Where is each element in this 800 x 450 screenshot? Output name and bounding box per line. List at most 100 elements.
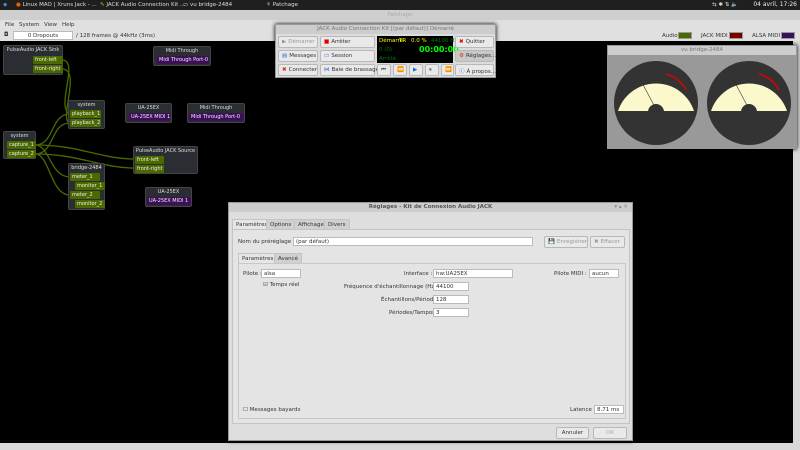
subtab-parametres[interactable]: Paramètres — [238, 253, 278, 263]
forward-icon: ⏩ — [445, 67, 452, 73]
node-system-playback[interactable]: system playback_1 playback_2 — [68, 100, 105, 129]
button-label: Enregistrer — [556, 239, 588, 245]
menu-help[interactable]: Help — [62, 22, 75, 28]
save-preset-button[interactable]: 💾 Enregistrer — [544, 236, 588, 248]
task-vu[interactable]: ▭ vu bridge-2484 — [183, 2, 232, 8]
port-midi-through[interactable]: Midi Through Port-0 — [189, 113, 244, 121]
pause-button[interactable]: ⏸ — [425, 64, 439, 76]
window-controls[interactable]: ▾ ▴ ✕ — [614, 204, 628, 210]
task-firefox[interactable]: ● Linux MAO | Xruns Jack - ... — [16, 2, 97, 8]
wire — [34, 122, 71, 155]
delete-icon: ✖ — [594, 239, 599, 245]
stop-button[interactable]: ■ Arrêter — [320, 36, 375, 48]
port-front-left[interactable]: front-left — [135, 156, 164, 164]
menu-file[interactable]: File — [5, 22, 14, 28]
driver-label: Pilote : — [243, 271, 262, 277]
buffer-info: / 128 frames @ 44kHz (3ms) — [76, 33, 155, 39]
node-title: Midi Through — [165, 48, 199, 54]
node-ua25ex[interactable]: UA-25EX UA-25EX MIDI 1 — [125, 103, 172, 123]
connect-icon: ✖ — [282, 67, 287, 73]
about-button[interactable]: ⓘ À propos... — [455, 64, 496, 76]
legend-jackmidi-color[interactable] — [729, 32, 743, 39]
port-playback-1[interactable]: playback_1 — [70, 110, 101, 118]
node-title: PulseAudio JACK Source — [135, 148, 196, 154]
clear-dropouts-icon[interactable]: ◘ — [4, 32, 8, 38]
task-patchage[interactable]: ⚘ Patchage — [266, 2, 298, 8]
port-front-right[interactable]: front-right — [135, 165, 164, 173]
forward-button[interactable]: ⏩ — [441, 64, 454, 76]
patchbay-button[interactable]: ⋈ Baie de brassage — [320, 64, 379, 76]
node-ua25ex-2[interactable]: UA-25EX UA-25EX MIDI 1 — [145, 187, 192, 207]
clock[interactable]: 04 avril, 17:26 — [753, 1, 797, 8]
verbose-checkbox[interactable]: ☐ Messages bayards — [243, 407, 300, 413]
session-button[interactable]: ▭ Session — [320, 50, 375, 62]
midi-driver-spin[interactable]: aucun — [589, 269, 619, 278]
driver-spin[interactable]: alsa — [261, 269, 301, 278]
patchbay-icon: ⋈ — [324, 67, 330, 73]
port-front-left[interactable]: front-left — [33, 56, 63, 64]
menu-icon[interactable]: ◆ — [3, 2, 7, 8]
latency-label: Latence : — [570, 407, 596, 413]
port-midi-through[interactable]: Midi Through Port-0 — [157, 56, 209, 64]
pause-icon: ⏸ — [429, 67, 432, 73]
verbose-label: Messages bayards — [249, 407, 301, 413]
port-front-right[interactable]: front-right — [33, 65, 63, 73]
delete-preset-button[interactable]: ✖ Effacer — [590, 236, 625, 248]
port-playback-2[interactable]: playback_2 — [70, 119, 101, 127]
tab-options[interactable]: Options — [266, 219, 296, 229]
node-midi-through[interactable]: Midi Through Midi Through Port-0 — [153, 46, 211, 66]
menu-system[interactable]: System — [19, 22, 40, 28]
port-ua25ex-midi[interactable]: UA-25EX MIDI 1 — [147, 197, 191, 205]
port-capture-1[interactable]: capture_1 — [7, 141, 36, 149]
port-monitor-1[interactable]: monitor_1 — [75, 182, 105, 190]
port-meter-2[interactable]: meter_2 — [70, 191, 100, 199]
taskbar: ◆ ● Linux MAO | Xruns Jack - ... ✎ JACK … — [0, 0, 800, 10]
dropouts-counter[interactable]: 0 Dropouts — [13, 31, 73, 40]
node-title: Midi Through — [199, 105, 233, 111]
connect-button[interactable]: ✖ Connecter — [278, 64, 318, 76]
button-label: À propos... — [466, 69, 496, 75]
periods-spin[interactable]: 3 — [433, 308, 469, 317]
port-meter-1[interactable]: meter_1 — [70, 173, 100, 181]
ok-button[interactable]: OK — [593, 427, 627, 439]
tab-affichage[interactable]: Affichage — [294, 219, 328, 229]
subtab-avance[interactable]: Avancé — [274, 253, 302, 263]
interface-combo[interactable]: hw:UA25EX — [433, 269, 513, 278]
sample-rate-combo[interactable]: 44100 — [433, 282, 469, 291]
window-title: JACK Audio Connection Kit [(par défaut)]… — [276, 25, 495, 34]
node-pulseaudio-source[interactable]: PulseAudio JACK Source front-left front-… — [133, 146, 198, 174]
legend-alsamidi-color[interactable] — [781, 32, 795, 39]
status-display[interactable]: Démarré TR 0.0 % 44100 Hz 0 (0) 00:00:00… — [377, 36, 459, 63]
setup-icon: ⚙ — [459, 53, 464, 59]
messages-button[interactable]: ▤ Messages — [278, 50, 318, 62]
start-button[interactable]: ▶ Démarrer — [278, 36, 318, 48]
realtime-checkbox[interactable]: ☑ Temps réel — [263, 282, 299, 288]
port-ua25ex-midi[interactable]: UA-25EX MIDI 1 — [129, 113, 170, 121]
rewind-button[interactable]: ⏮ — [377, 64, 391, 76]
vu-meters — [614, 61, 791, 145]
port-monitor-2[interactable]: monitor_2 — [75, 200, 105, 208]
node-title: UA-25EX — [157, 189, 180, 195]
backward-button[interactable]: ⏪ — [393, 64, 407, 76]
node-pulseaudio-sink[interactable]: PulseAudio JACK Sink front-left front-ri… — [3, 45, 63, 75]
node-bridge-2484[interactable]: bridge-2484 meter_1 monitor_1 meter_2 mo… — [68, 163, 105, 210]
wire — [34, 153, 71, 196]
menu-view[interactable]: View — [44, 22, 57, 28]
tray-icons[interactable]: ⇆ ✱ ⇅ 🔈 — [712, 2, 738, 8]
setup-button[interactable]: ⚙ Réglages... — [455, 50, 496, 62]
tab-divers[interactable]: Divers — [324, 219, 350, 229]
node-midi-through-2[interactable]: Midi Through Midi Through Port-0 — [187, 103, 245, 123]
port-capture-2[interactable]: capture_2 — [7, 150, 36, 158]
quit-button[interactable]: ✖ Quitter — [455, 36, 494, 48]
task-qjackctl[interactable]: ✎ JACK Audio Connection Kit ... — [100, 2, 185, 8]
legend-audio-color[interactable] — [678, 32, 692, 39]
session-icon: ▭ — [324, 53, 330, 59]
cancel-button[interactable]: Annuler — [556, 427, 589, 439]
preset-combo[interactable]: (par défaut) — [293, 237, 533, 246]
frames-combo[interactable]: 128 — [433, 295, 469, 304]
xruns: 0 (0) — [379, 47, 393, 53]
legend-alsamidi-label: ALSA MIDI — [752, 33, 781, 39]
node-system-capture[interactable]: system capture_1 capture_2 — [3, 131, 36, 159]
play-button[interactable]: ▶ — [409, 64, 423, 76]
play-icon: ▶ — [413, 67, 418, 73]
